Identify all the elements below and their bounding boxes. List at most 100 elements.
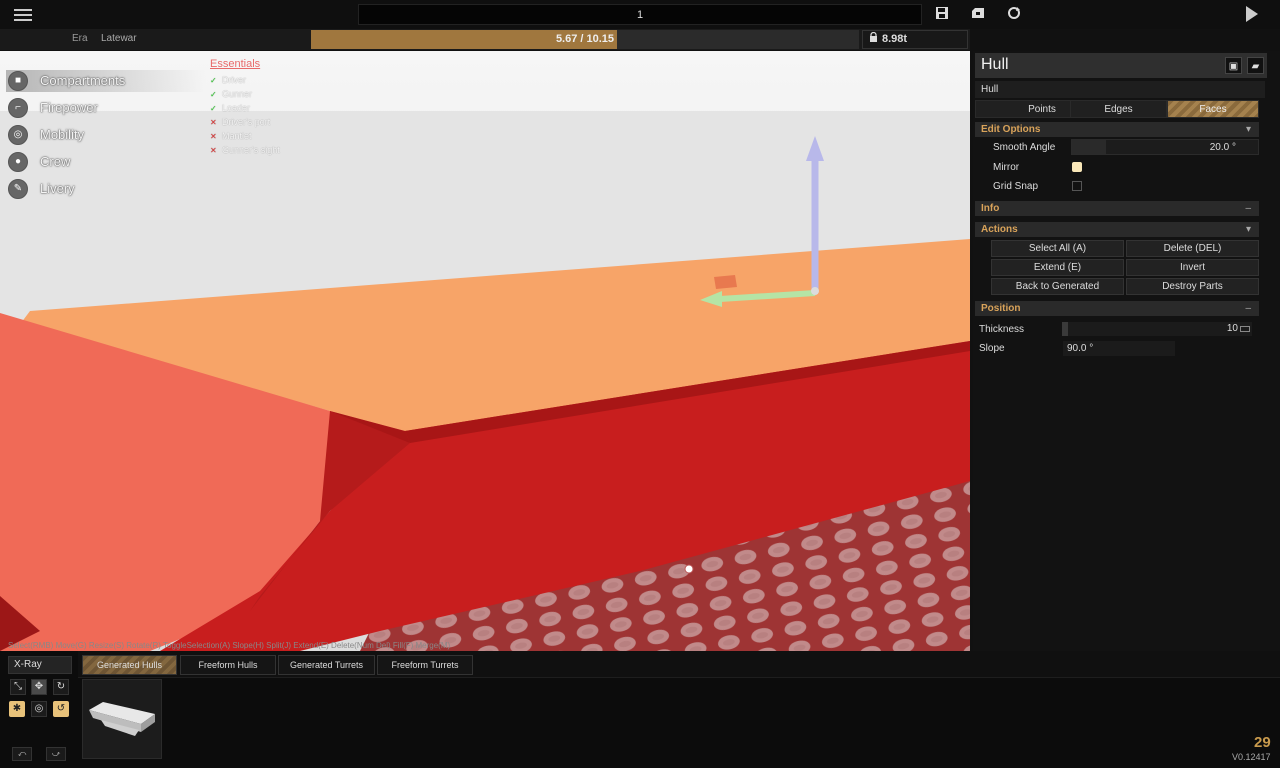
- mirror-label: Mirror: [993, 162, 1020, 173]
- rotate-tool-icon[interactable]: ↻: [53, 679, 69, 695]
- nav-crew[interactable]: ● Crew: [6, 151, 206, 173]
- stat-bar: Era Latewar 5.67 / 10.15 8.98t: [0, 29, 970, 50]
- part-name-field[interactable]: Hull: [975, 81, 1265, 98]
- tab-freeform-hulls[interactable]: Freeform Hulls: [180, 655, 276, 675]
- version-label: V0.12417: [1232, 752, 1271, 762]
- move-tool-icon[interactable]: ✥: [31, 679, 47, 695]
- back-to-generated-button[interactable]: Back to Generated: [991, 278, 1124, 295]
- hull-thumbnail[interactable]: [82, 679, 162, 759]
- weight-progress-bar: 5.67 / 10.15: [311, 30, 859, 49]
- fps-counter: 29: [1254, 734, 1271, 751]
- section-title: Info: [981, 203, 1000, 214]
- nav-firepower[interactable]: ⌐ Firepower: [6, 97, 206, 119]
- mode-edges-button[interactable]: Edges: [1070, 100, 1167, 118]
- nav-label: Livery: [40, 181, 75, 196]
- era-value[interactable]: Latewar: [101, 33, 137, 44]
- check-icon: ✓: [210, 76, 217, 85]
- bottom-panel: X-Ray Generated Hulls Freeform Hulls Gen…: [0, 651, 1280, 768]
- target-tool-icon[interactable]: ◎: [31, 701, 47, 717]
- brush-icon: ✎: [8, 179, 28, 199]
- cross-icon: ✕: [210, 146, 217, 155]
- nav-compartments[interactable]: ■ Compartments: [6, 70, 206, 92]
- slider-handle[interactable]: [1062, 322, 1068, 336]
- nav-mobility[interactable]: ◎ Mobility: [6, 124, 206, 146]
- save-icon[interactable]: ▣: [1225, 57, 1242, 74]
- weight-text: 5.67 / 10.15: [555, 33, 615, 45]
- collapse-icon: –: [1245, 303, 1251, 314]
- thickness-value: 10: [1226, 323, 1238, 334]
- grid-snap-checkbox[interactable]: [1072, 181, 1082, 191]
- project-title-field[interactable]: 1: [358, 4, 922, 25]
- check-icon: ✓: [210, 104, 217, 113]
- select-all-button[interactable]: Select All (A): [991, 240, 1124, 257]
- cannon-icon: ⌐: [8, 98, 28, 118]
- essential-item: ✕ Gunner's sight: [210, 143, 280, 157]
- position-header[interactable]: Position –: [975, 301, 1259, 316]
- actions-header[interactable]: Actions ▾: [975, 222, 1259, 237]
- essential-item: ✓ Gunner: [210, 87, 280, 101]
- tonnage-value: 8.98t: [882, 33, 908, 45]
- person-icon: ●: [8, 152, 28, 172]
- era-label: Era: [72, 33, 88, 44]
- compartment-icon: ■: [8, 71, 28, 91]
- top-bar: 1: [0, 0, 1280, 29]
- nav-livery[interactable]: ✎ Livery: [6, 178, 206, 200]
- resize-tool-icon[interactable]: ⤡: [10, 679, 26, 695]
- slider-fill: [1072, 140, 1106, 154]
- slope-label: Slope: [979, 343, 1005, 354]
- tab-generated-hulls[interactable]: Generated Hulls: [82, 655, 177, 675]
- section-title: Edit Options: [981, 124, 1041, 135]
- section-title: Actions: [981, 224, 1018, 235]
- grid-snap-label: Grid Snap: [993, 181, 1039, 192]
- smooth-angle-slider[interactable]: 20.0 °: [1071, 139, 1259, 155]
- undo-icon[interactable]: ⤺: [12, 747, 32, 761]
- invert-button[interactable]: Invert: [1126, 259, 1259, 276]
- destroy-parts-button[interactable]: Destroy Parts: [1126, 278, 1259, 295]
- essentials-checklist: Essentials ✓ Driver ✓ Gunner ✓ Loader ✕ Driv…: [210, 58, 280, 157]
- cross-icon: ✕: [210, 132, 217, 141]
- nav-label: Crew: [40, 154, 71, 169]
- mirror-checkbox[interactable]: [1072, 162, 1082, 172]
- redo-icon[interactable]: ⤻: [46, 747, 66, 761]
- save-icon[interactable]: [934, 6, 950, 22]
- menu-icon[interactable]: [14, 6, 32, 22]
- essential-item: ✓ Loader: [210, 101, 280, 115]
- snap-tool-icon[interactable]: ✱: [9, 701, 25, 717]
- mode-faces-button[interactable]: Faces: [1167, 100, 1259, 118]
- load-icon[interactable]: [970, 6, 986, 22]
- collapse-icon: –: [1245, 203, 1251, 214]
- nav-label: Mobility: [40, 127, 85, 142]
- extend-button[interactable]: Extend (E): [991, 259, 1124, 276]
- chevron-down-icon: ▾: [1245, 124, 1251, 135]
- tonnage-display: 8.98t: [862, 30, 968, 49]
- thickness-label: Thickness: [979, 324, 1025, 335]
- xray-button[interactable]: X-Ray: [8, 656, 72, 674]
- panel-header: Hull ▣ ▰: [975, 53, 1267, 78]
- essential-item: ✓ Driver: [210, 73, 280, 87]
- section-title: Position: [981, 303, 1021, 314]
- chevron-down-icon: ▾: [1245, 224, 1251, 235]
- load-icon[interactable]: ▰: [1247, 57, 1264, 74]
- 3d-viewport[interactable]: ■ Compartments ⌐ Firepower ◎ Mobility ● …: [0, 51, 970, 651]
- nav-label: Firepower: [40, 100, 98, 115]
- slider-track: [1062, 322, 1252, 336]
- unit-icon: [1240, 326, 1250, 332]
- tab-freeform-turrets[interactable]: Freeform Turrets: [377, 655, 473, 675]
- cycle-tool-icon[interactable]: ↺: [53, 701, 69, 717]
- check-icon: ✓: [210, 90, 217, 99]
- slope-input[interactable]: 90.0 °: [1063, 341, 1175, 356]
- info-header[interactable]: Info –: [975, 201, 1259, 216]
- essential-item: ✕ Mantlet: [210, 129, 280, 143]
- wheel-icon: ◎: [8, 125, 28, 145]
- edit-options-header[interactable]: Edit Options ▾: [975, 122, 1259, 137]
- shortcut-hints: Select(RMB) Move(G) Resize(S) Rotate(R) …: [8, 641, 451, 650]
- smooth-angle-label: Smooth Angle: [993, 142, 1056, 153]
- tab-generated-turrets[interactable]: Generated Turrets: [278, 655, 375, 675]
- cross-icon: ✕: [210, 118, 217, 127]
- delete-button[interactable]: Delete (DEL): [1126, 240, 1259, 257]
- nav-label: Compartments: [40, 73, 126, 88]
- refresh-icon[interactable]: [1006, 6, 1022, 22]
- smooth-angle-value: 20.0 °: [1209, 142, 1236, 153]
- thickness-slider[interactable]: 10: [1062, 322, 1252, 336]
- play-icon[interactable]: [1246, 6, 1258, 22]
